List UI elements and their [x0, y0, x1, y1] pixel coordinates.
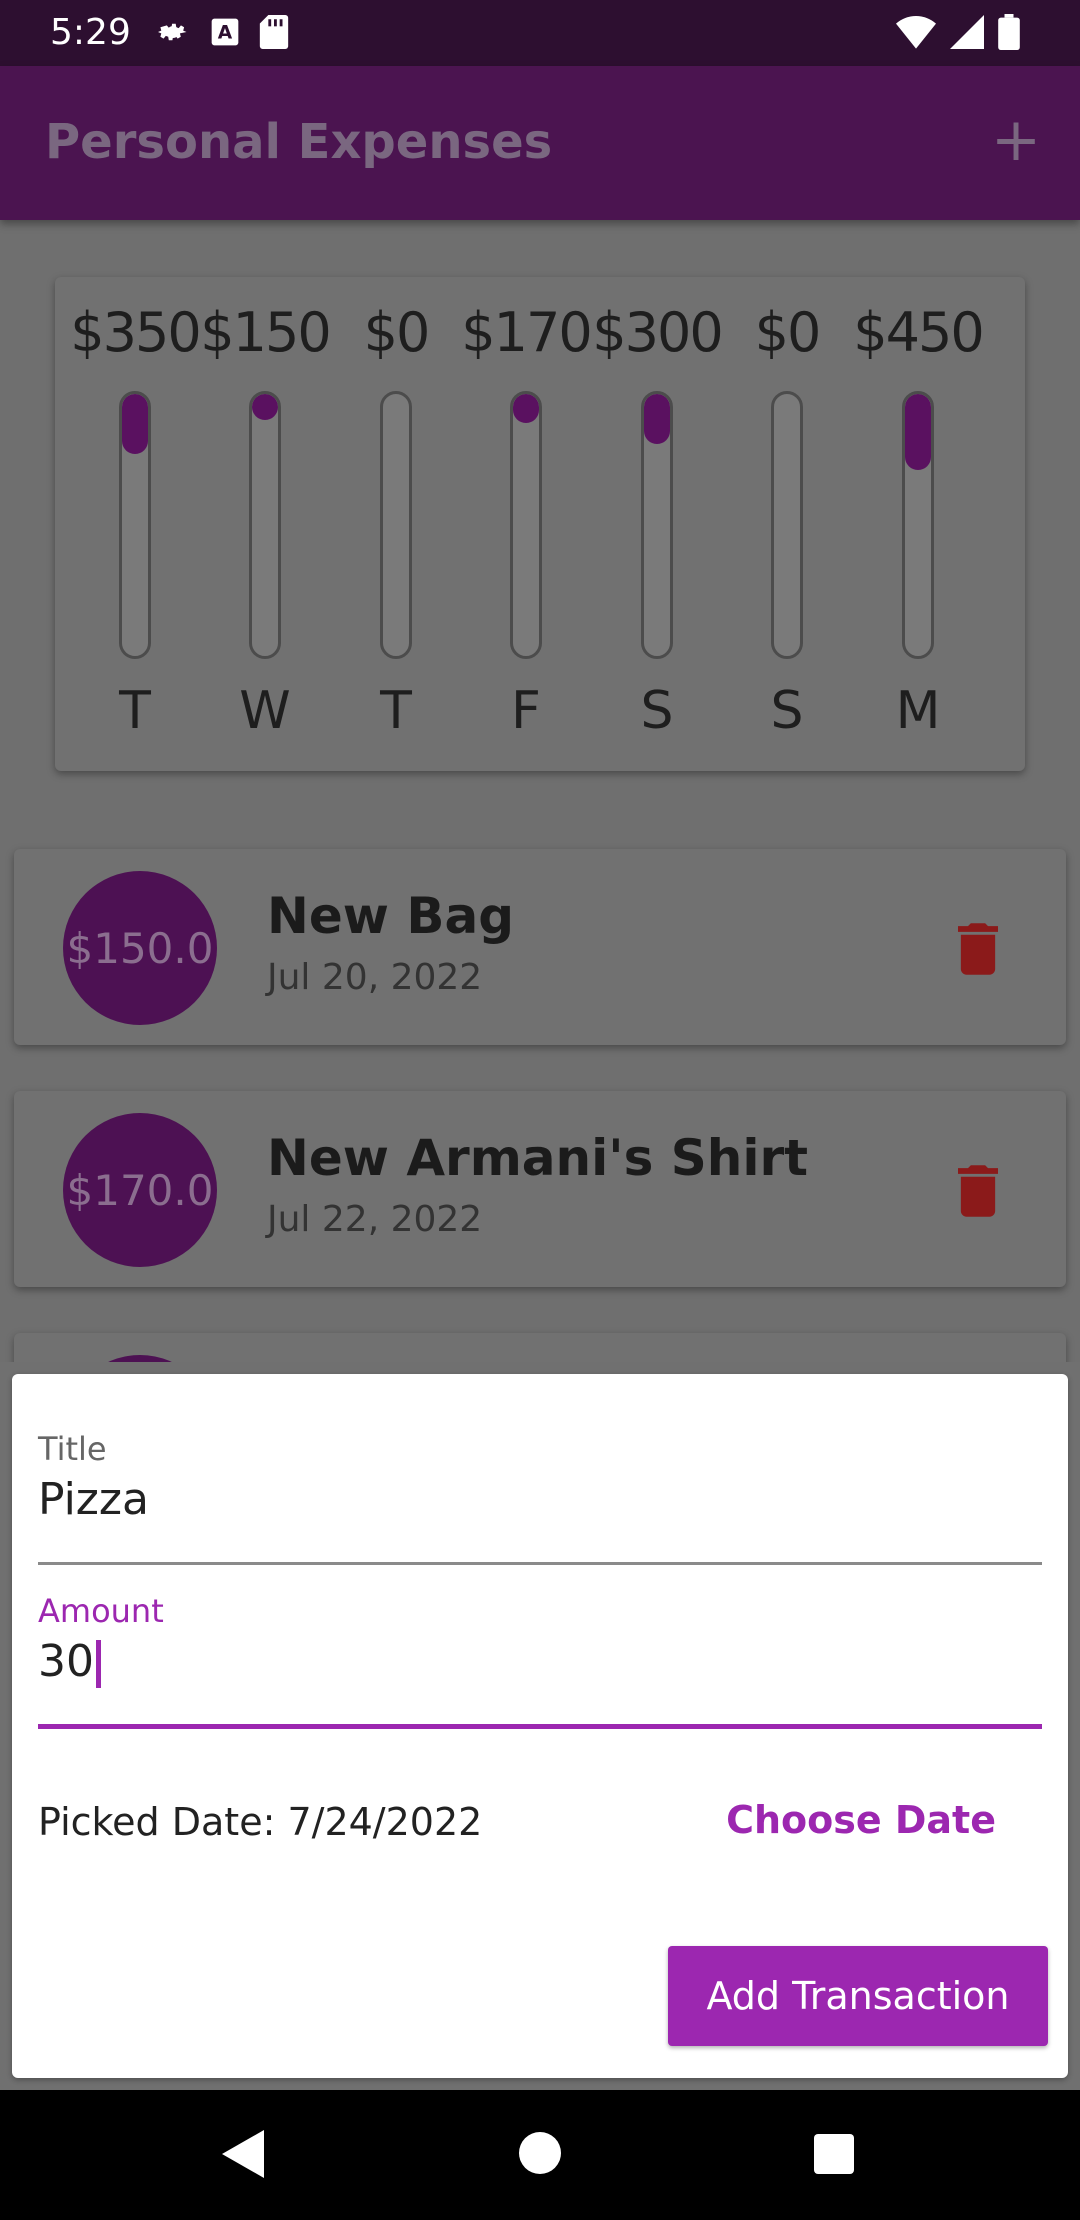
amount-field[interactable]: 30: [38, 1636, 101, 1688]
chart-bar-amount: $150: [200, 301, 331, 364]
chart-bar-track: [119, 391, 151, 659]
chart-bar-4: $300 S: [592, 277, 723, 771]
chart-bar-day: F: [511, 681, 541, 741]
chart-bar-day: T: [119, 681, 151, 741]
weekly-chart-card: $350 T $150 W $0 T $170 F $300 S $0 S $4…: [55, 277, 1025, 771]
app-title: Personal Expenses: [45, 114, 553, 170]
transaction-item[interactable]: $170.0 New Armani's Shirt Jul 22, 2022: [14, 1091, 1066, 1287]
chart-bar-fill: [644, 394, 670, 444]
app-bar: Personal Expenses +: [0, 66, 1080, 220]
chart-bar-5: $0 S: [722, 277, 852, 771]
choose-date-button[interactable]: Choose Date: [726, 1798, 996, 1842]
status-time: 5:29: [50, 12, 131, 53]
chart-bar-amount: $300: [592, 301, 723, 364]
transaction-amount-avatar: $170.0: [63, 1113, 217, 1267]
new-transaction-sheet: Title Pizza Amount 30 Picked Date: 7/24/…: [0, 1362, 1080, 2090]
settings-icon: [158, 23, 187, 41]
title-field-underline: [38, 1562, 1042, 1565]
chart-bar-day: S: [770, 681, 804, 741]
chart-bar-amount: $170: [461, 301, 592, 364]
chart-bar-fill: [905, 394, 931, 470]
add-transaction-icon-button[interactable]: +: [986, 110, 1046, 172]
system-nav-bar: [0, 2090, 1080, 2220]
chart-bar-amount: $0: [754, 301, 822, 364]
chart-bar-track: [902, 391, 934, 659]
keyboard-a-icon: A: [211, 18, 239, 46]
chart-bar-track: [380, 391, 412, 659]
picked-date-text: Picked Date: 7/24/2022: [38, 1800, 483, 1844]
transaction-title: New Armani's Shirt: [267, 1129, 809, 1187]
svg-text:A: A: [218, 23, 233, 44]
chart-bar-day: T: [380, 681, 412, 741]
chart-bar-track: [771, 391, 803, 659]
chart-bar-day: W: [239, 681, 291, 741]
chart-bar-3: $170 F: [461, 277, 592, 771]
amount-field-label: Amount: [38, 1592, 164, 1630]
amount-field-value: 30: [38, 1636, 94, 1687]
chart-bar-0: $350 T: [70, 277, 201, 771]
chart-bar-fill: [513, 394, 539, 423]
chart-bar-track: [249, 391, 281, 659]
recents-icon[interactable]: [814, 2134, 854, 2174]
chart-bar-day: S: [640, 681, 674, 741]
sd-card-icon: [259, 15, 289, 49]
chart-bar-1: $150 W: [200, 277, 331, 771]
battery-icon: [998, 14, 1020, 50]
transaction-date: Jul 22, 2022: [267, 1199, 483, 1240]
chart-bar-fill: [122, 394, 148, 455]
transaction-date: Jul 20, 2022: [267, 957, 483, 998]
chart-bar-track: [641, 391, 673, 659]
status-bar: 5:29 A: [0, 0, 1080, 66]
title-field-label: Title: [38, 1430, 107, 1468]
status-icons-left: A: [155, 14, 289, 50]
chart-bar-amount: $450: [853, 301, 984, 364]
delete-icon[interactable]: [958, 1165, 998, 1217]
wifi-icon: [896, 16, 936, 49]
chart-bar-fill: [252, 394, 278, 421]
status-icons-right: [896, 14, 1020, 50]
chart-bar-day: M: [895, 681, 941, 741]
text-cursor: [96, 1640, 101, 1688]
transaction-title: New Bag: [267, 887, 514, 945]
delete-icon[interactable]: [958, 923, 998, 975]
chart-bar-track: [510, 391, 542, 659]
new-transaction-form: Title Pizza Amount 30 Picked Date: 7/24/…: [12, 1374, 1068, 2078]
back-icon[interactable]: [222, 2130, 264, 2178]
chart-bar-6: $450 M: [853, 277, 984, 771]
add-transaction-button[interactable]: Add Transaction: [668, 1946, 1048, 2046]
title-field[interactable]: Pizza: [38, 1474, 149, 1525]
cell-signal-icon: [950, 15, 984, 49]
transaction-amount-avatar: $150.0: [63, 871, 217, 1025]
chart-bar-2: $0 T: [331, 277, 461, 771]
chart-bar-amount: $350: [70, 301, 201, 364]
chart-bar-amount: $0: [363, 301, 431, 364]
home-icon[interactable]: [519, 2132, 561, 2174]
amount-field-underline: [38, 1724, 1042, 1729]
transaction-item[interactable]: $150.0 New Bag Jul 20, 2022: [14, 849, 1066, 1045]
